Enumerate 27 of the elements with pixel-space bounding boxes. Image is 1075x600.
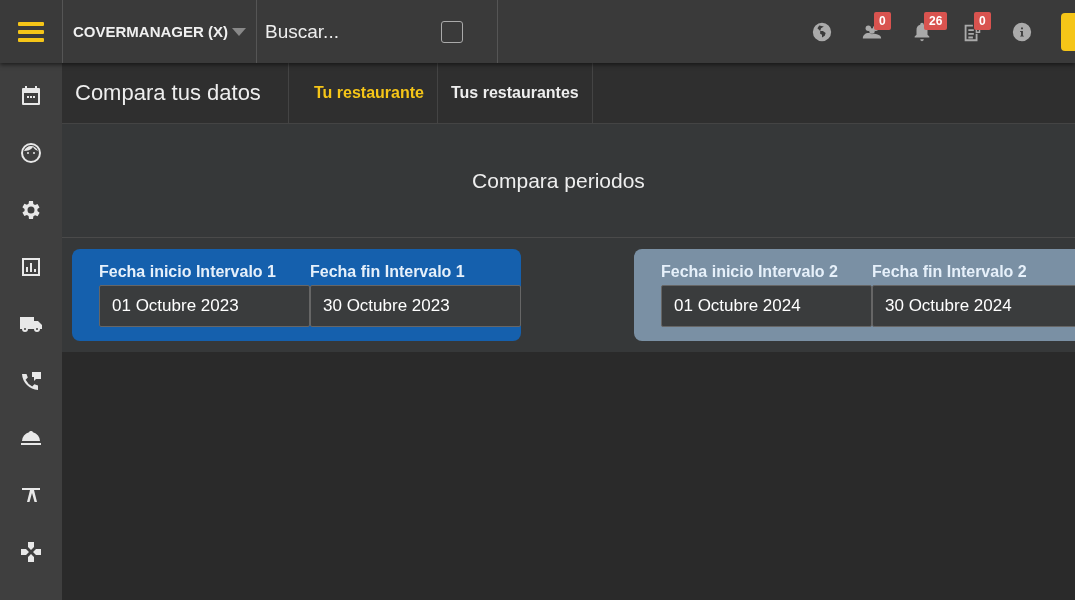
face-icon[interactable] <box>19 141 43 165</box>
count-badge: 0 <box>874 11 891 30</box>
tab[interactable]: Tus restaurantes <box>437 63 593 123</box>
field-label: Fecha fin Intervalo 1 <box>310 263 466 281</box>
page-title: Compara tus datos <box>75 80 261 106</box>
gamepad-icon[interactable] <box>19 540 43 564</box>
globe-icon[interactable] <box>811 20 833 43</box>
caret-icon <box>232 27 246 36</box>
date-field[interactable]: 30 Octubre 2023 <box>310 285 521 327</box>
menu-icon[interactable] <box>18 21 44 42</box>
phone-icon[interactable] <box>19 369 43 393</box>
date-field[interactable]: 01 Octubre 2024 <box>661 285 872 327</box>
action-button[interactable] <box>1061 12 1075 51</box>
field-label: Fecha inicio Intervalo 2 <box>661 263 839 281</box>
section-title: Compara periodos <box>472 168 645 193</box>
count-badge: 26 <box>924 11 948 30</box>
info-icon[interactable] <box>1011 20 1033 43</box>
field-label: Fecha fin Intervalo 2 <box>872 263 1028 281</box>
checkbox[interactable] <box>441 20 463 43</box>
bar-chart-icon[interactable] <box>19 255 43 279</box>
tab[interactable]: Tu restaurante <box>289 63 438 123</box>
calendar-icon[interactable] <box>19 84 43 108</box>
date-field[interactable]: 30 Octubre 2024 <box>872 285 1075 327</box>
field-label: Fecha inicio Intervalo 1 <box>99 263 277 281</box>
date-field[interactable]: 01 Octubre 2023 <box>99 285 310 327</box>
search-field[interactable]: Buscar... <box>263 19 433 44</box>
count-badge: 0 <box>974 11 991 30</box>
